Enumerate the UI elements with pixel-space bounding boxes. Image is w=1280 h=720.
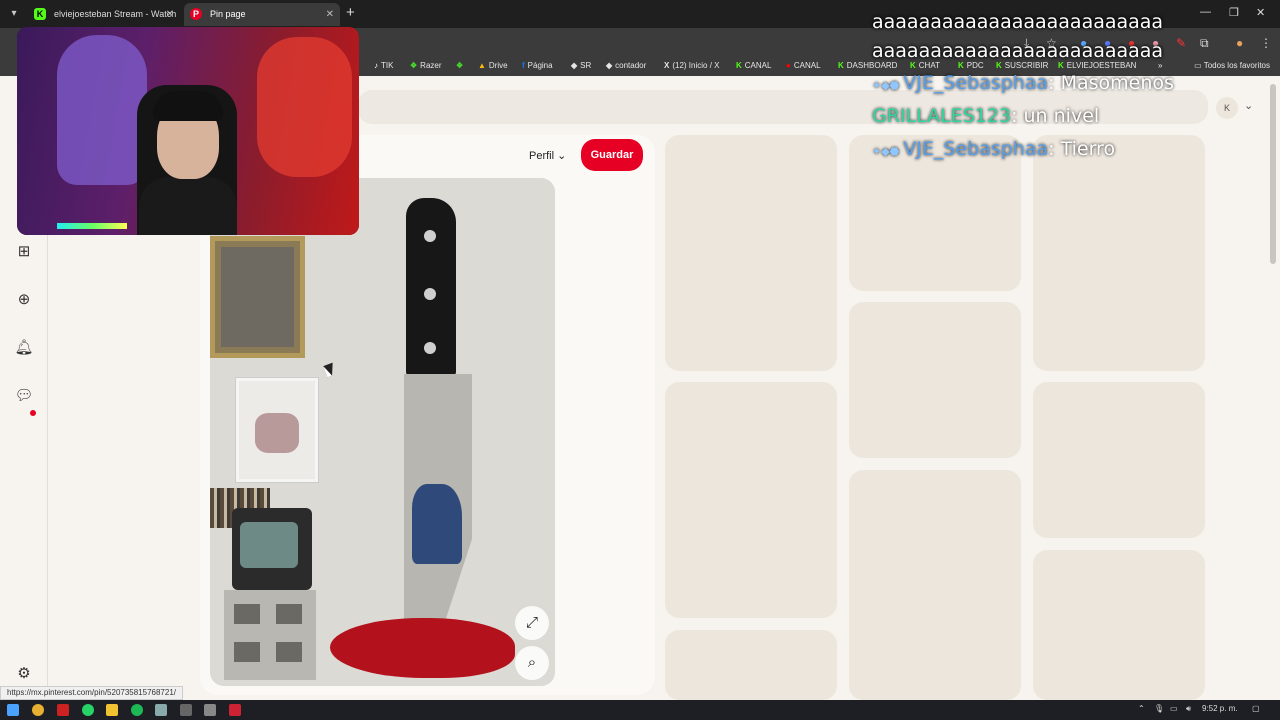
pin-image[interactable] bbox=[210, 178, 555, 686]
bookmark-sr[interactable]: ◆ SR bbox=[571, 61, 591, 70]
clock-time[interactable]: 9:52 p. m. bbox=[1202, 704, 1238, 713]
chat-username: VJE_Sebasphaa bbox=[903, 72, 1049, 94]
save-button[interactable]: Guardar bbox=[581, 139, 643, 171]
pin-placeholder bbox=[1033, 382, 1205, 538]
expand-icon[interactable]: ⤢ bbox=[515, 606, 549, 640]
chrome-icon[interactable] bbox=[32, 704, 44, 716]
chat-message: ✦◆⬣ VJE_Sebasphaa: Masomenos bbox=[872, 72, 1174, 94]
chat-message: ✦◆⬣ VJE_Sebasphaa: Tierro bbox=[872, 138, 1116, 160]
visual-search-icon[interactable]: ⌕ bbox=[515, 646, 549, 680]
pin-placeholder bbox=[665, 630, 837, 700]
microphone-icon[interactable]: 🎙︎ bbox=[1154, 704, 1164, 713]
network-icon[interactable]: ▭ bbox=[1170, 704, 1178, 713]
kebab-menu-icon[interactable]: ⋮ bbox=[1260, 36, 1272, 50]
tab-pin-page[interactable]: P Pin page ✕ bbox=[184, 3, 340, 26]
chat-username: GRILLALES123 bbox=[872, 105, 1012, 127]
knife-rivet bbox=[424, 288, 436, 300]
pin-placeholder bbox=[1033, 135, 1205, 371]
cinder-blocks bbox=[224, 590, 316, 680]
stream-chat-overlay: aaaaaaaaaaaaaaaaaaaaaaaaa aaaaaaaaaaaaaa… bbox=[872, 8, 1232, 160]
spotify-icon[interactable] bbox=[131, 704, 143, 716]
webcam-overlay bbox=[17, 27, 359, 235]
framed-painting bbox=[210, 236, 305, 358]
pin-placeholder bbox=[849, 470, 1021, 700]
bookmark-razer[interactable]: ❖ Razer bbox=[410, 61, 442, 70]
notification-dot bbox=[30, 410, 36, 416]
red-rug bbox=[330, 618, 515, 678]
chat-spam-line: aaaaaaaaaaaaaaaaaaaaaaaaa bbox=[872, 11, 1164, 33]
bookmark-drive[interactable]: ▲ Drive bbox=[478, 61, 508, 70]
create-plus-icon[interactable]: ⊕ bbox=[14, 290, 34, 310]
chat-badges-icon: ✦◆⬣ bbox=[872, 145, 900, 158]
app-icon[interactable] bbox=[229, 704, 241, 716]
tab-title: Pin page bbox=[210, 9, 246, 19]
notifications-icon[interactable]: ▢ bbox=[1252, 704, 1260, 713]
start-menu-icon[interactable] bbox=[7, 704, 19, 716]
avatar[interactable]: K bbox=[1216, 97, 1238, 119]
windows-taskbar: ⌃ 🎙︎ ▭ 🔊︎ 9:52 p. m. ▢ bbox=[0, 700, 1280, 720]
bookmark-canal-kick[interactable]: K CANAL bbox=[736, 61, 771, 70]
chat-message: GRILLALES123: un nivel bbox=[872, 105, 1100, 127]
tab-title: elviejoesteban Stream - Watch bbox=[54, 9, 177, 19]
app-icon[interactable] bbox=[155, 704, 167, 716]
streamer-cap bbox=[153, 91, 223, 121]
chat-username: VJE_Sebasphaa bbox=[903, 138, 1049, 160]
chat-badges-icon: ✦◆⬣ bbox=[872, 79, 900, 92]
bookmark-razer-2[interactable]: ❖ bbox=[456, 61, 466, 70]
profile-dropdown[interactable]: Perfil ⌄ bbox=[529, 149, 566, 162]
tray-chevron-icon[interactable]: ⌃ bbox=[1138, 704, 1145, 713]
boards-icon[interactable]: ⊞ bbox=[14, 242, 34, 262]
knife-rivet bbox=[424, 342, 436, 354]
close-icon[interactable]: ✕ bbox=[166, 3, 174, 26]
pin-placeholder bbox=[665, 382, 837, 618]
kick-icon: K bbox=[34, 8, 46, 20]
chevron-down-icon[interactable]: ⌄ bbox=[1244, 99, 1253, 112]
messages-icon[interactable]: 💬︎ bbox=[14, 386, 34, 406]
new-tab-icon[interactable]: + bbox=[346, 4, 355, 21]
chat-text: Masomenos bbox=[1060, 72, 1174, 94]
notifications-bell-icon[interactable]: 🔔︎ bbox=[14, 338, 34, 358]
tab-search-icon[interactable]: ▾ bbox=[6, 6, 22, 22]
bookmark-tik[interactable]: ♪ TIK bbox=[374, 61, 393, 70]
volume-icon[interactable]: 🔊︎ bbox=[1186, 704, 1191, 714]
chat-text: un nivel bbox=[1023, 105, 1100, 127]
knife-rivet bbox=[424, 230, 436, 242]
chat-spam-line: aaaaaaaaaaaaaaaaaaaaaaaaa bbox=[872, 40, 1164, 62]
pinterest-icon: P bbox=[190, 8, 202, 20]
rgb-light bbox=[57, 223, 127, 229]
close-icon[interactable]: ✕ bbox=[326, 3, 334, 26]
status-url-tooltip: https://mx.pinterest.com/pin/52073581576… bbox=[0, 686, 183, 700]
pin-placeholder bbox=[849, 302, 1021, 458]
file-explorer-icon[interactable] bbox=[106, 704, 118, 716]
app-icon[interactable] bbox=[57, 704, 69, 716]
app-icon[interactable] bbox=[204, 704, 216, 716]
streamer-body bbox=[139, 177, 237, 235]
chat-text: Tierro bbox=[1060, 138, 1116, 160]
pin-placeholder bbox=[665, 135, 837, 371]
whatsapp-icon[interactable] bbox=[82, 704, 94, 716]
chevron-down-icon: ⌄ bbox=[557, 150, 567, 162]
window-close-icon[interactable]: ✕ bbox=[1256, 6, 1265, 19]
bookmark-x[interactable]: X (12) Inicio / X bbox=[664, 61, 719, 70]
bookmark-contador[interactable]: ◆ contador bbox=[606, 61, 646, 70]
profile-avatar-icon[interactable]: ● bbox=[1236, 36, 1243, 50]
wall-mural-character bbox=[257, 37, 352, 177]
bookmark-pagina[interactable]: f Página bbox=[522, 61, 553, 70]
app-icon[interactable] bbox=[180, 704, 192, 716]
tab-stream[interactable]: K elviejoesteban Stream - Watch ✕ bbox=[28, 3, 180, 26]
page-scrollbar[interactable] bbox=[1270, 84, 1276, 264]
crt-tv bbox=[232, 508, 312, 590]
framed-print bbox=[236, 378, 318, 482]
wall-mural-character bbox=[57, 35, 147, 185]
settings-gear-icon[interactable]: ⚙ bbox=[14, 664, 34, 684]
bookmark-canal-youtube[interactable]: ● CANAL bbox=[786, 61, 821, 70]
pin-placeholder bbox=[1033, 550, 1205, 700]
